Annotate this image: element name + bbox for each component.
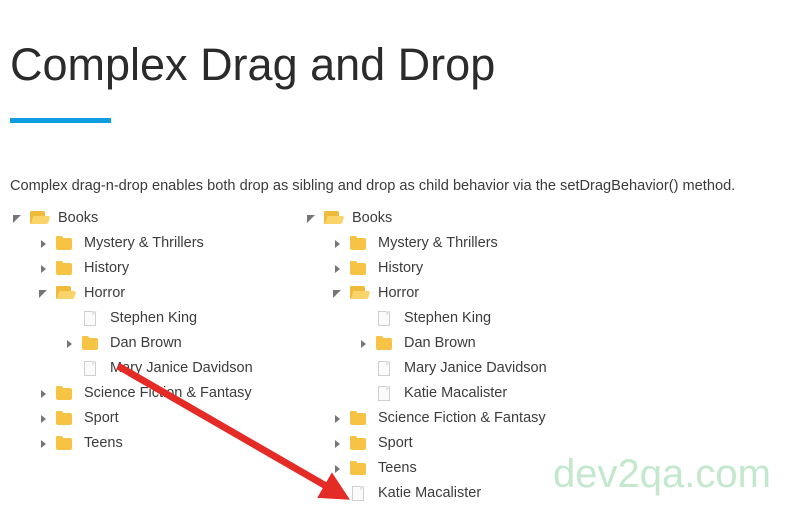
- expander-expand-icon[interactable]: [330, 261, 346, 277]
- tree-node[interactable]: Mary Janice Davidson: [8, 356, 288, 381]
- tree-node[interactable]: Teens: [8, 431, 288, 456]
- tree-node[interactable]: Horror: [302, 281, 602, 306]
- tree-node-label: Mystery & Thrillers: [84, 235, 204, 252]
- tree-node[interactable]: Horror: [8, 281, 288, 306]
- tree-node[interactable]: Dan Brown: [302, 331, 602, 356]
- tree-node-label: Mary Janice Davidson: [404, 360, 547, 377]
- tree-node-label: Sport: [378, 435, 413, 452]
- expander-collapse-icon[interactable]: [330, 286, 346, 302]
- tree-node-label: Teens: [84, 435, 123, 452]
- tree-node-label: Dan Brown: [110, 335, 182, 352]
- expander-collapse-icon[interactable]: [304, 211, 320, 227]
- tree-node-label: Dan Brown: [404, 335, 476, 352]
- file-icon: [374, 310, 396, 328]
- tree-node[interactable]: Science Fiction & Fantasy: [8, 381, 288, 406]
- file-icon: [348, 485, 370, 503]
- expander-expand-icon[interactable]: [62, 336, 78, 352]
- folder-closed-icon: [54, 435, 76, 453]
- file-icon: [80, 360, 102, 378]
- tree-node[interactable]: Mystery & Thrillers: [8, 231, 288, 256]
- tree-node-label: Horror: [84, 285, 126, 302]
- tree-node-label: Mary Janice Davidson: [110, 360, 253, 377]
- folder-closed-icon: [80, 335, 102, 353]
- tree-node-label: Horror: [378, 285, 420, 302]
- expander-expand-icon[interactable]: [36, 411, 52, 427]
- tree-node[interactable]: History: [8, 256, 288, 281]
- file-icon: [80, 310, 102, 328]
- source-tree: Books Mystery & Thrillers History Horror Ste…: [8, 206, 288, 456]
- folder-closed-icon: [348, 460, 370, 478]
- folder-open-icon: [348, 285, 370, 303]
- expander-expand-icon[interactable]: [330, 461, 346, 477]
- expander-expand-icon[interactable]: [36, 436, 52, 452]
- tree-node[interactable]: Mystery & Thrillers: [302, 231, 602, 256]
- tree-node[interactable]: Katie Macalister: [302, 381, 602, 406]
- tree-node[interactable]: Books: [8, 206, 288, 231]
- tree-node[interactable]: Science Fiction & Fantasy: [302, 406, 602, 431]
- folder-open-icon: [54, 285, 76, 303]
- expander-collapse-icon[interactable]: [10, 211, 26, 227]
- site-watermark: dev2qa.com: [553, 452, 771, 496]
- tree-node-label: Sport: [84, 410, 119, 427]
- tree-node-label: Stephen King: [110, 310, 198, 327]
- folder-closed-icon: [54, 410, 76, 428]
- title-underline-rule: [10, 118, 111, 123]
- expander-expand-icon[interactable]: [36, 236, 52, 252]
- folder-closed-icon: [348, 235, 370, 253]
- page-description: Complex drag-n-drop enables both drop as…: [10, 178, 736, 194]
- tree-node-label: Mystery & Thrillers: [378, 235, 498, 252]
- folder-open-icon: [322, 210, 344, 228]
- expander-expand-icon[interactable]: [36, 386, 52, 402]
- folder-closed-icon: [348, 260, 370, 278]
- expander-expand-icon[interactable]: [330, 236, 346, 252]
- tree-node[interactable]: Books: [302, 206, 602, 231]
- tree-node-label: History: [378, 260, 424, 277]
- folder-closed-icon: [54, 235, 76, 253]
- tree-node[interactable]: Stephen King: [8, 306, 288, 331]
- tree-node[interactable]: Mary Janice Davidson: [302, 356, 602, 381]
- tree-node-label: Science Fiction & Fantasy: [84, 385, 252, 402]
- tree-node-label: Stephen King: [404, 310, 492, 327]
- tree-node-label: Katie Macalister: [404, 385, 508, 402]
- tree-node-label: History: [84, 260, 130, 277]
- file-icon: [374, 360, 396, 378]
- expander-expand-icon[interactable]: [356, 336, 372, 352]
- page-title: Complex Drag and Drop: [10, 39, 496, 90]
- tree-node[interactable]: History: [302, 256, 602, 281]
- folder-closed-icon: [374, 335, 396, 353]
- folder-closed-icon: [348, 435, 370, 453]
- tree-node[interactable]: Sport: [8, 406, 288, 431]
- tree-node-label: Science Fiction & Fantasy: [378, 410, 546, 427]
- folder-closed-icon: [54, 385, 76, 403]
- tree-node-label: Teens: [378, 460, 417, 477]
- folder-closed-icon: [348, 410, 370, 428]
- expander-expand-icon[interactable]: [36, 261, 52, 277]
- tree-node[interactable]: Stephen King: [302, 306, 602, 331]
- folder-closed-icon: [54, 260, 76, 278]
- expander-collapse-icon[interactable]: [36, 286, 52, 302]
- expander-expand-icon[interactable]: [330, 436, 346, 452]
- expander-expand-icon[interactable]: [330, 411, 346, 427]
- folder-open-icon: [28, 210, 50, 228]
- tree-node-label: Katie Macalister: [378, 485, 482, 502]
- file-icon: [374, 385, 396, 403]
- tree-node-label: Books: [352, 210, 393, 227]
- tree-node[interactable]: Dan Brown: [8, 331, 288, 356]
- tree-node-label: Books: [58, 210, 99, 227]
